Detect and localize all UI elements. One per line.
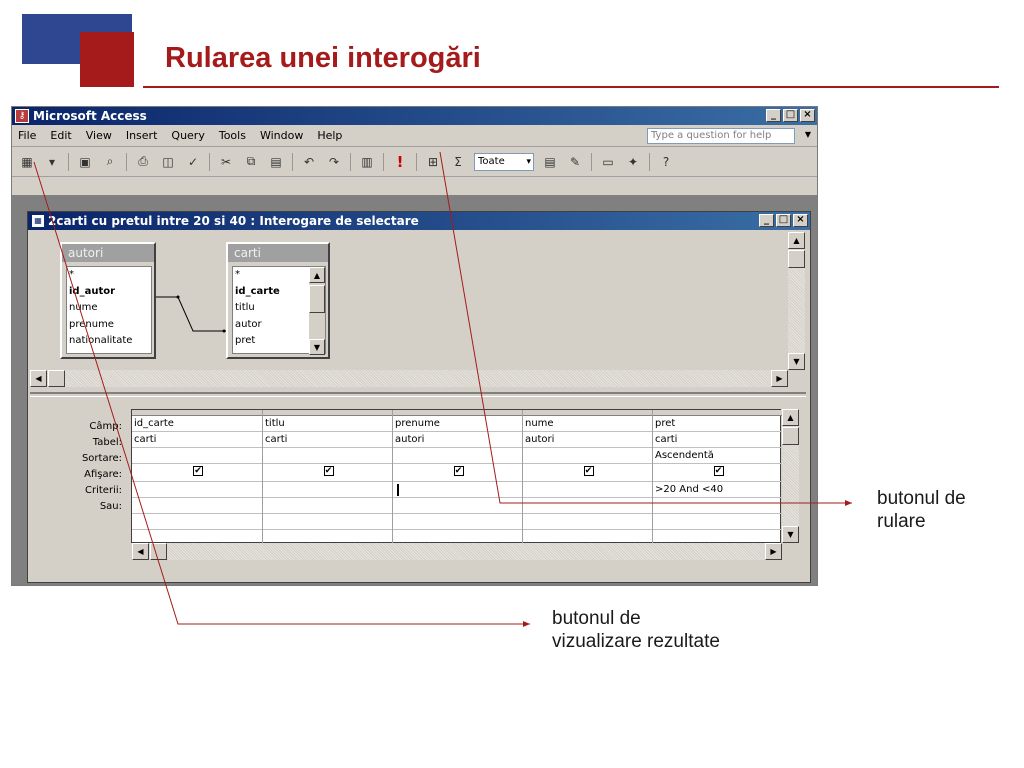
view-button-annotation: butonul de vizualizare rezultate	[552, 607, 720, 653]
annotation-line: rulare	[877, 511, 926, 532]
view-button-arrow	[33, 161, 530, 627]
annotation-line: butonul de	[552, 608, 641, 629]
annotation-line: vizualizare rezultate	[552, 631, 720, 652]
annotation-line: butonul de	[877, 488, 966, 509]
annotation-arrows	[33, 151, 852, 627]
run-button-annotation: butonul de rulare	[877, 487, 966, 533]
run-button-arrow	[439, 151, 852, 506]
